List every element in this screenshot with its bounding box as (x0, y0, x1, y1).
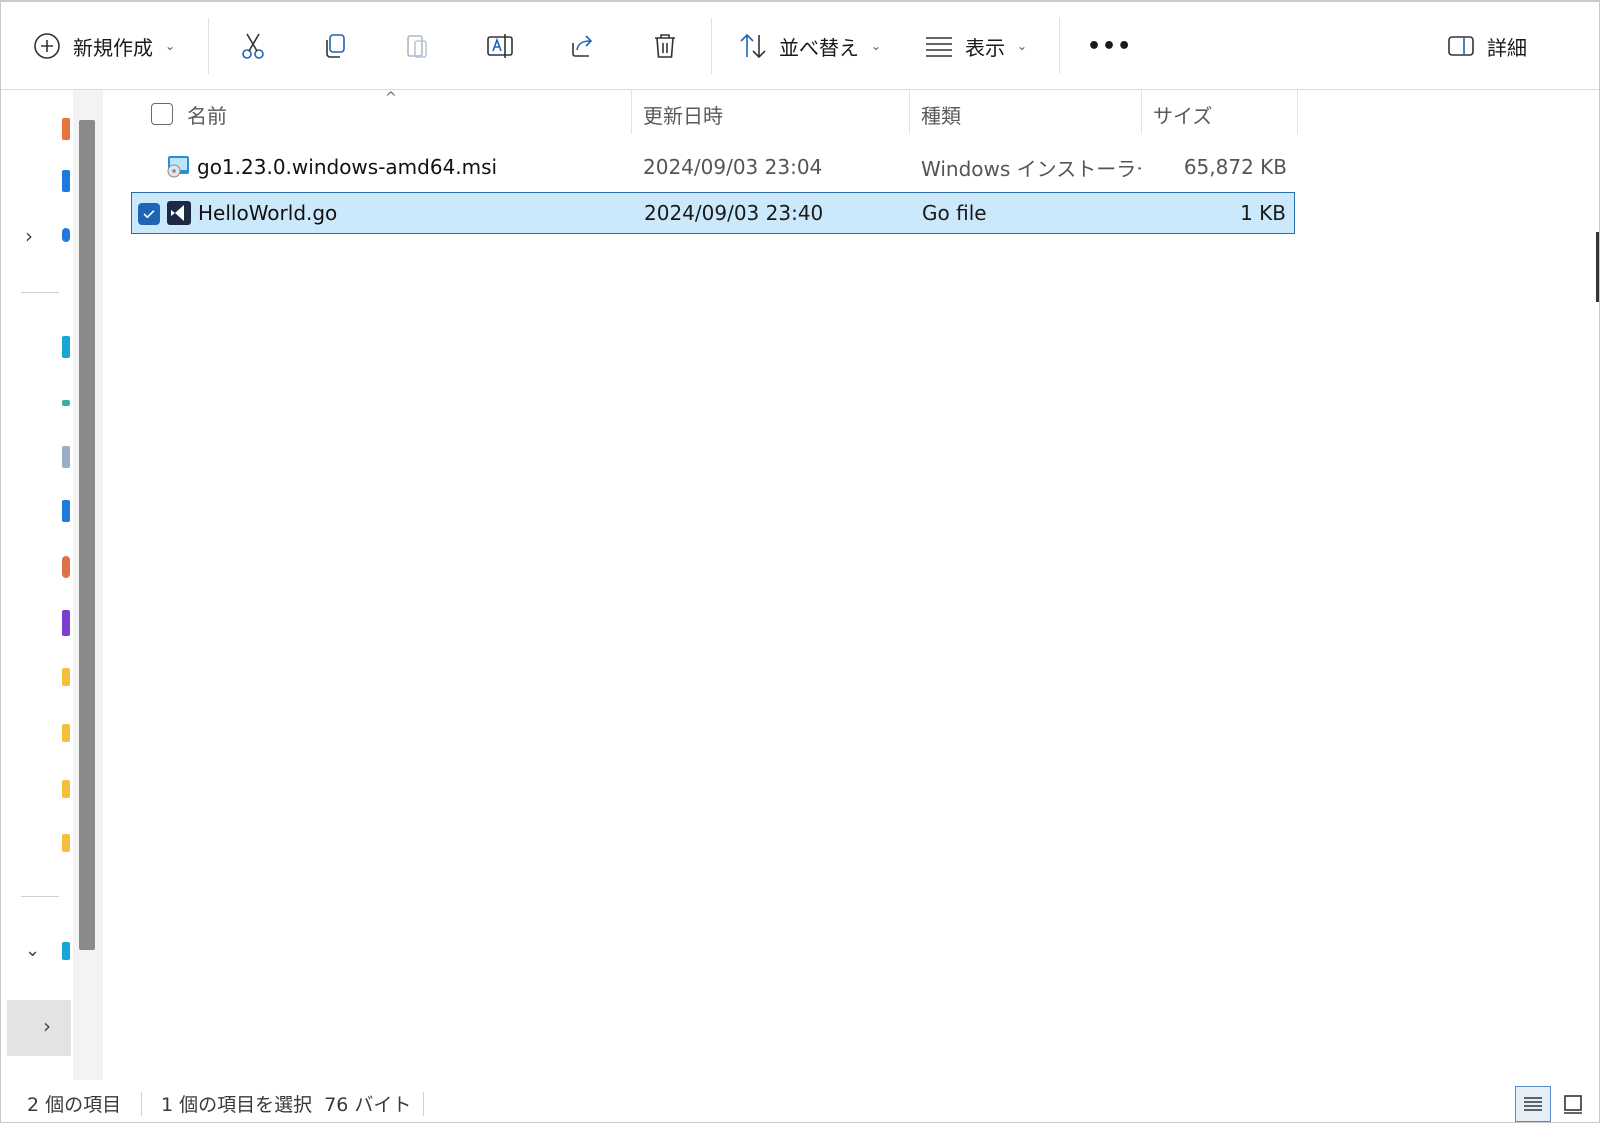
column-divider[interactable] (909, 90, 910, 134)
vscode-file-icon (166, 200, 192, 226)
chevron-down-icon: ⌄ (1017, 39, 1028, 53)
command-bar: 新規作成 ⌄ 並べ替え ⌄ 表示 ⌄ ••• 詳細 (1, 2, 1599, 90)
new-button-label: 新規作成 (73, 35, 153, 60)
details-pane-button[interactable]: 詳細 (1445, 24, 1527, 68)
file-size: 65,872 KB (1183, 155, 1287, 179)
column-type[interactable]: 種類 (911, 90, 961, 138)
home-icon[interactable] (62, 118, 70, 140)
column-header-row: ^ 名前 更新日時 種類 サイズ (103, 90, 1323, 138)
tiles-view-button[interactable] (1555, 1086, 1591, 1122)
new-button[interactable]: 新規作成 ⌄ (31, 24, 175, 68)
select-all-checkbox[interactable] (141, 90, 173, 138)
file-row[interactable]: go1.23.0.windows-amd64.msi 2024/09/03 23… (131, 146, 1295, 188)
file-size: 1 KB (1240, 201, 1286, 225)
view-button-label: 表示 (965, 35, 1005, 60)
installer-icon (165, 154, 191, 180)
desktop-icon[interactable] (62, 336, 70, 358)
folder-icon[interactable] (62, 724, 70, 742)
chevron-down-icon: ⌄ (871, 39, 882, 53)
nav-scrollbar-thumb[interactable] (79, 120, 95, 950)
gallery-icon[interactable] (62, 170, 70, 192)
nav-divider (21, 292, 59, 293)
more-options-button[interactable]: ••• (1087, 24, 1132, 68)
selection-info: 1 個の項目を選択 76 バイト (161, 1094, 412, 1116)
tiles-view-icon (1564, 1095, 1582, 1114)
view-button[interactable]: 表示 ⌄ (923, 24, 1027, 68)
details-view-button[interactable] (1515, 1086, 1551, 1122)
nav-divider (21, 896, 59, 897)
copy-button[interactable] (319, 24, 351, 68)
folder-icon[interactable] (62, 780, 70, 798)
rename-button[interactable] (484, 24, 516, 68)
checkbox (151, 103, 173, 125)
file-list: ^ 名前 更新日時 種類 サイズ go1.23.0.windows-amd64.… (103, 90, 1599, 1080)
column-size[interactable]: サイズ (1143, 90, 1212, 138)
column-name[interactable]: 名前 (177, 90, 227, 138)
toolbar-divider (1059, 18, 1060, 74)
details-view-icon (1524, 1097, 1542, 1111)
toolbar-divider (711, 18, 712, 74)
sort-button[interactable]: 並べ替え ⌄ (737, 24, 881, 68)
chevron-right-icon: › (43, 1014, 51, 1038)
chevron-down-icon: ⌄ (165, 39, 176, 53)
more-ellipsis-icon: ••• (1087, 33, 1133, 59)
downloads-icon[interactable] (62, 400, 70, 406)
item-count: 2 個の項目 (27, 1094, 122, 1116)
status-bar: 2 個の項目 1 個の項目を選択 76 バイト (1, 1080, 1599, 1122)
column-divider[interactable] (631, 90, 632, 134)
navigation-pane: › ⌄ › (1, 90, 73, 1080)
share-button[interactable] (567, 24, 599, 68)
details-pane-label: 詳細 (1487, 35, 1527, 60)
file-date: 2024/09/03 23:04 (643, 155, 823, 179)
chevron-down-icon[interactable]: ⌄ (25, 940, 40, 961)
file-name: HelloWorld.go (198, 201, 338, 225)
cut-button[interactable] (237, 24, 269, 68)
sort-ascending-icon: ^ (385, 90, 397, 106)
chevron-right-icon[interactable]: › (25, 224, 33, 248)
column-divider[interactable] (1141, 90, 1142, 134)
details-pane-icon (1445, 30, 1477, 62)
file-row-selected[interactable]: HelloWorld.go 2024/09/03 23:40 Go file 1… (131, 192, 1295, 234)
clipboard-icon (401, 30, 433, 62)
column-size-label: サイズ (1153, 103, 1213, 128)
scissors-icon (237, 30, 269, 62)
nav-item-selected[interactable]: › (7, 1000, 71, 1056)
delete-button[interactable] (649, 24, 681, 68)
column-date[interactable]: 更新日時 (633, 90, 723, 138)
toolbar-divider (208, 18, 209, 74)
file-type: Windows インストーラー... (921, 156, 1141, 181)
copy-icon (319, 30, 351, 62)
file-type: Go file (922, 201, 987, 225)
this-pc-icon[interactable] (62, 942, 70, 960)
music-icon[interactable] (62, 556, 70, 578)
column-divider[interactable] (1297, 90, 1298, 134)
sort-arrows-icon (737, 30, 769, 62)
file-name: go1.23.0.windows-amd64.msi (197, 155, 498, 179)
list-lines-icon (923, 30, 955, 62)
status-divider (141, 1092, 142, 1116)
row-checkbox-checked[interactable] (138, 203, 160, 225)
documents-icon[interactable] (62, 446, 70, 468)
column-name-label: 名前 (187, 103, 227, 128)
file-explorer-window: 新規作成 ⌄ 並べ替え ⌄ 表示 ⌄ ••• 詳細 › ⌄ › ^ 名前 更新日… (0, 0, 1600, 1123)
column-date-label: 更新日時 (643, 103, 723, 128)
checkmark-icon (143, 210, 155, 219)
column-type-label: 種類 (921, 103, 961, 128)
pictures-icon[interactable] (62, 500, 70, 522)
share-icon (567, 30, 599, 62)
plus-circle-icon (31, 30, 63, 62)
sort-button-label: 並べ替え (779, 35, 859, 60)
videos-icon[interactable] (62, 610, 70, 636)
status-divider (423, 1092, 424, 1116)
onedrive-icon[interactable] (62, 228, 70, 242)
window-edge (1596, 232, 1599, 302)
rename-icon (484, 30, 516, 62)
folder-icon[interactable] (62, 834, 70, 852)
trash-icon (649, 30, 681, 62)
file-date: 2024/09/03 23:40 (644, 201, 824, 225)
folder-icon[interactable] (62, 668, 70, 686)
paste-button[interactable] (401, 24, 433, 68)
